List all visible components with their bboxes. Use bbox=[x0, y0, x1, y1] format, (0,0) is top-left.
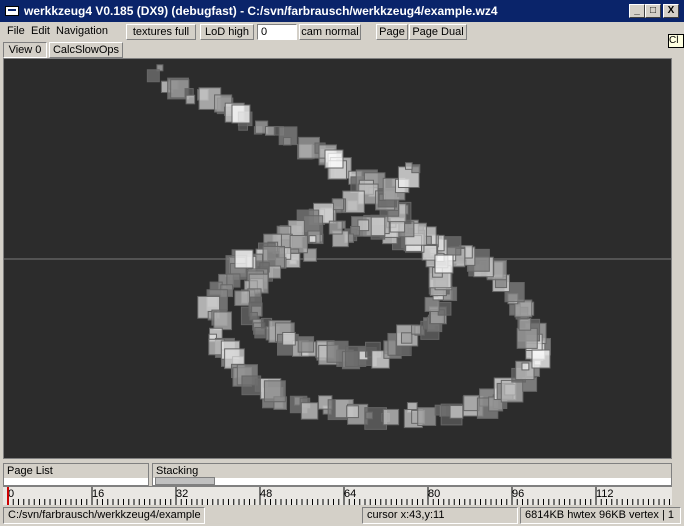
viewport-3d[interactable] bbox=[3, 58, 672, 459]
app-icon[interactable] bbox=[5, 6, 19, 16]
menu-edit[interactable]: Edit bbox=[31, 25, 50, 37]
ruler-label-32: 32 bbox=[176, 488, 189, 500]
status-cursor: cursor x:43,y:11 bbox=[362, 507, 518, 524]
minimize-button[interactable]: _ bbox=[629, 4, 645, 18]
menu-toolbar-row: File Edit Navigation textures full LoD h… bbox=[0, 22, 684, 41]
stacking-scrollbar[interactable] bbox=[155, 477, 215, 485]
title-bar: werkkzeug4 V0.185 (DX9) (debugfast) - C:… bbox=[0, 0, 684, 22]
view-tab[interactable]: View 0 bbox=[3, 42, 47, 58]
viewport-scrollbar[interactable] bbox=[672, 58, 684, 459]
ruler-label-80: 80 bbox=[428, 488, 441, 500]
ruler-label-64: 64 bbox=[344, 488, 357, 500]
number-input[interactable]: 0 bbox=[257, 24, 297, 40]
window-title: werkkzeug4 V0.185 (DX9) (debugfast) - C:… bbox=[24, 4, 498, 18]
particle-ribbon bbox=[146, 64, 552, 430]
ruler-label-48: 48 bbox=[260, 488, 273, 500]
ruler-label-16: 16 bbox=[92, 488, 105, 500]
view-bar: View 0 CalcSlowOps bbox=[0, 41, 684, 58]
rendered-scene bbox=[4, 64, 671, 430]
menu-navigation[interactable]: Navigation bbox=[56, 25, 108, 37]
ruler-label-96: 96 bbox=[512, 488, 525, 500]
status-path: C:/svn/farbrausch/werkkzeug4/example bbox=[3, 507, 205, 524]
ruler-label-112: 112 bbox=[596, 488, 614, 500]
close-button[interactable]: X bbox=[663, 4, 679, 18]
timeline-ruler[interactable]: 0 16 32 48 64 80 96 112 bbox=[3, 486, 672, 505]
time-cursor-marker[interactable] bbox=[7, 487, 9, 505]
page-list-header: Page List bbox=[4, 464, 148, 478]
page-list-panel[interactable]: Page List bbox=[3, 463, 149, 486]
stacking-header: Stacking bbox=[153, 464, 671, 478]
lod-button[interactable]: LoD high bbox=[200, 24, 254, 40]
stacking-panel[interactable]: Stacking bbox=[152, 463, 672, 486]
page-dual-button[interactable]: Page Dual bbox=[409, 24, 467, 40]
page-button[interactable]: Page bbox=[376, 24, 408, 40]
status-bar: C:/svn/farbrausch/werkkzeug4/example cur… bbox=[0, 505, 684, 526]
calc-slow-ops-button[interactable]: CalcSlowOps bbox=[49, 42, 123, 58]
menu-file[interactable]: File bbox=[7, 25, 25, 37]
cam-button[interactable]: cam normal bbox=[299, 24, 361, 40]
status-memory: 6814KB hwtex 96KB vertex | 1 bbox=[520, 507, 681, 524]
textures-button[interactable]: textures full bbox=[126, 24, 196, 40]
maximize-button[interactable]: □ bbox=[645, 4, 661, 18]
